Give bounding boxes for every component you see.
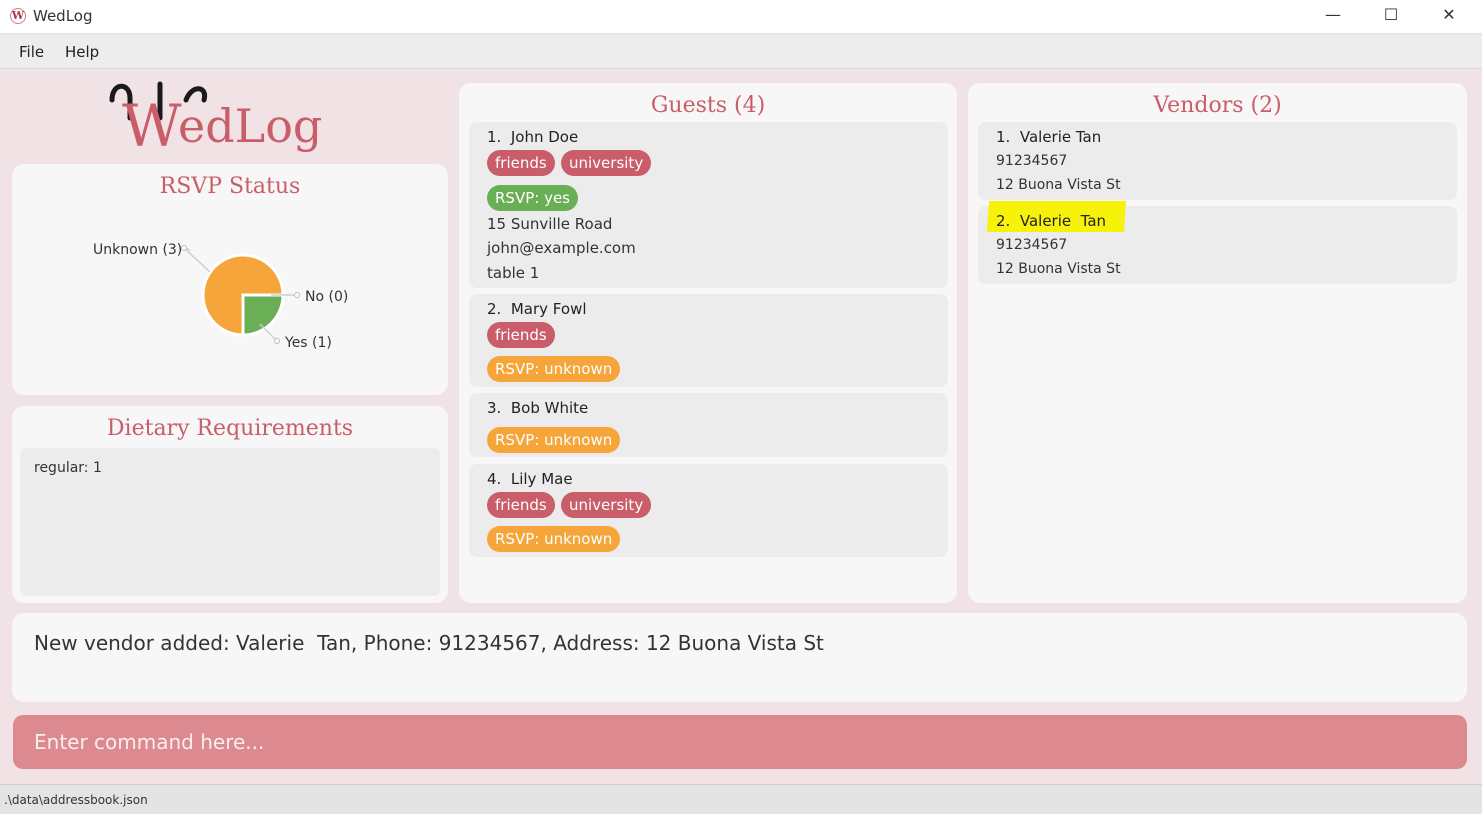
dietary-list: regular: 1 [20,448,440,596]
guest-email: john@example.com [487,239,636,257]
menu-bar: File Help [0,35,1482,69]
guest-index-name: 2. Mary Fowl [487,300,587,318]
close-button[interactable]: ✕ [1426,0,1472,32]
vendor-card[interactable]: 2. Valerie Tan 91234567 12 Buona Vista S… [978,201,1457,284]
status-bar: .\data\addressbook.json [0,784,1482,814]
tag-university: university [561,492,652,518]
vendor-card[interactable]: 1. Valerie Tan 91234567 12 Buona Vista S… [978,122,1457,200]
minimize-button[interactable]: — [1310,0,1356,32]
result-message: New vendor added: Valerie Tan, Phone: 91… [34,631,824,655]
save-file-path: .\data\addressbook.json [4,793,148,807]
vendor-phone: 91234567 [996,153,1068,169]
pie-label-unknown: Unknown (3) [93,242,182,258]
vendor-index-name: 1. Valerie Tan [996,128,1102,146]
pie-slice-yes [241,293,285,337]
guest-card[interactable]: 1. John Doe friends university RSVP: yes… [469,122,948,288]
menu-help[interactable]: Help [65,43,99,61]
maximize-button[interactable]: ☐ [1368,0,1414,32]
rsvp-badge: RSVP: yes [487,185,578,211]
tag-friends: friends [487,150,555,176]
logo-letter-w: W [122,92,182,152]
rsvp-badge: RSVP: unknown [487,427,621,453]
rsvp-status-panel: RSVP Status Unknown (3) No (0) Yes (1) [12,164,448,395]
rsvp-badge: RSVP: unknown [487,356,621,382]
vendors-panel: Vendors (2) 1. Valerie Tan 91234567 12 B… [968,83,1467,603]
logo-text: edLog [178,99,322,152]
leader-dot-yes [274,338,280,344]
guest-table: table 1 [487,264,540,282]
guest-card[interactable]: 4. Lily Mae friends university RSVP: unk… [469,464,948,557]
vendor-address: 12 Buona Vista St [996,177,1121,193]
dietary-item: regular: 1 [34,460,102,476]
window-title: WedLog [33,7,93,25]
rsvp-badge: RSVP: unknown [487,526,621,552]
menu-file[interactable]: File [19,43,44,61]
tag-friends: friends [487,492,555,518]
guests-title: Guests (4) [650,93,766,118]
vendor-address: 12 Buona Vista St [996,261,1121,277]
pie-label-no: No (0) [305,289,348,305]
guest-index-name: 3. Bob White [487,399,589,417]
command-box [13,715,1467,769]
guest-index-name: 4. Lily Mae [487,470,573,488]
wedlog-app-icon: W [10,8,26,24]
guest-index-name: 1. John Doe [487,128,579,146]
wedlog-logo: W edLog [109,81,322,152]
vendor-phone: 91234567 [996,237,1068,253]
guest-card[interactable]: 3. Bob White RSVP: unknown [469,393,948,457]
leader-line-unknown-2 [183,247,211,273]
vendor-index-name: 2. Valerie Tan [996,212,1107,230]
tag-friends: friends [487,322,555,348]
leader-dot-no [294,292,300,298]
guest-address: 15 Sunville Road [487,215,613,233]
vendors-title: Vendors (2) [1153,93,1282,118]
guests-panel: Guests (4) 1. John Doe friends universit… [459,83,957,603]
title-bar: W WedLog — ☐ ✕ [0,0,1482,34]
tag-university: university [561,150,652,176]
dietary-requirements-panel: Dietary Requirements regular: 1 [12,406,448,603]
pie-label-yes: Yes (1) [284,335,332,351]
result-display: New vendor added: Valerie Tan, Phone: 91… [12,613,1467,702]
guest-card[interactable]: 2. Mary Fowl friends RSVP: unknown [469,294,948,387]
command-input[interactable] [13,715,1467,769]
rsvp-pie-chart: Unknown (3) No (0) Yes (1) [93,242,348,351]
dietary-requirements-title: Dietary Requirements [106,416,354,441]
